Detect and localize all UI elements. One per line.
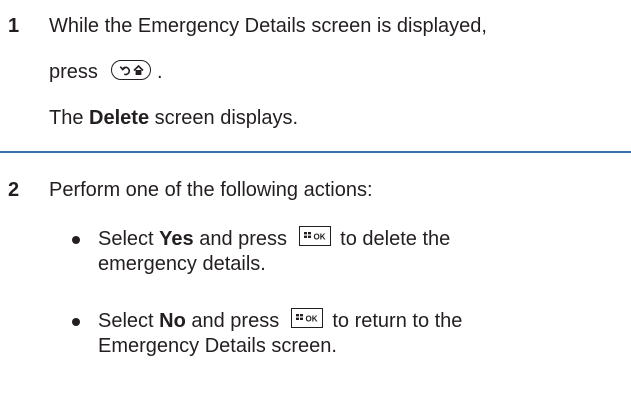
step-2-line-1: Perform one of the following actions: [49, 179, 373, 201]
bullet-mid: and press [185, 310, 280, 332]
bullet-mid: and press [193, 228, 288, 250]
no-option: No [159, 310, 186, 332]
bullet-post: to delete the [340, 228, 451, 250]
delete-screen-name: Delete [89, 107, 150, 129]
result-post: screen displays. [149, 107, 299, 129]
menu-ok-key-icon: OK [298, 225, 331, 246]
bullet-pre: Select [98, 228, 160, 250]
yes-option: Yes [159, 228, 194, 250]
bullet-1-line-1: Select Yes and press OK to delete the [98, 225, 451, 251]
result-pre: The [49, 107, 90, 129]
svg-text:OK: OK [305, 314, 317, 323]
menu-ok-key-icon: OK [290, 307, 323, 328]
bullet-marker [72, 236, 80, 244]
press-text: press [49, 61, 98, 83]
bullet-pre: Select [98, 310, 160, 332]
bullet-2-line-2: Emergency Details screen. [98, 335, 337, 357]
bullet-marker [72, 318, 80, 326]
bullet-1-line-2: emergency details. [98, 253, 266, 275]
step-number: 2 [8, 179, 20, 201]
svg-text:OK: OK [313, 232, 325, 241]
bullet-post: to return to the [332, 310, 463, 332]
back-home-key-icon [111, 59, 152, 80]
press-period: . [157, 61, 163, 83]
bullet-2-line-1: Select No and press OK to return to the [98, 307, 463, 333]
step-number: 1 [8, 15, 20, 37]
step-1-result: The Delete screen displays. [49, 106, 298, 130]
step-1-line-2: press . [49, 59, 163, 84]
step-divider [0, 151, 631, 153]
step-1-line-1: While the Emergency Details screen is di… [49, 15, 487, 37]
